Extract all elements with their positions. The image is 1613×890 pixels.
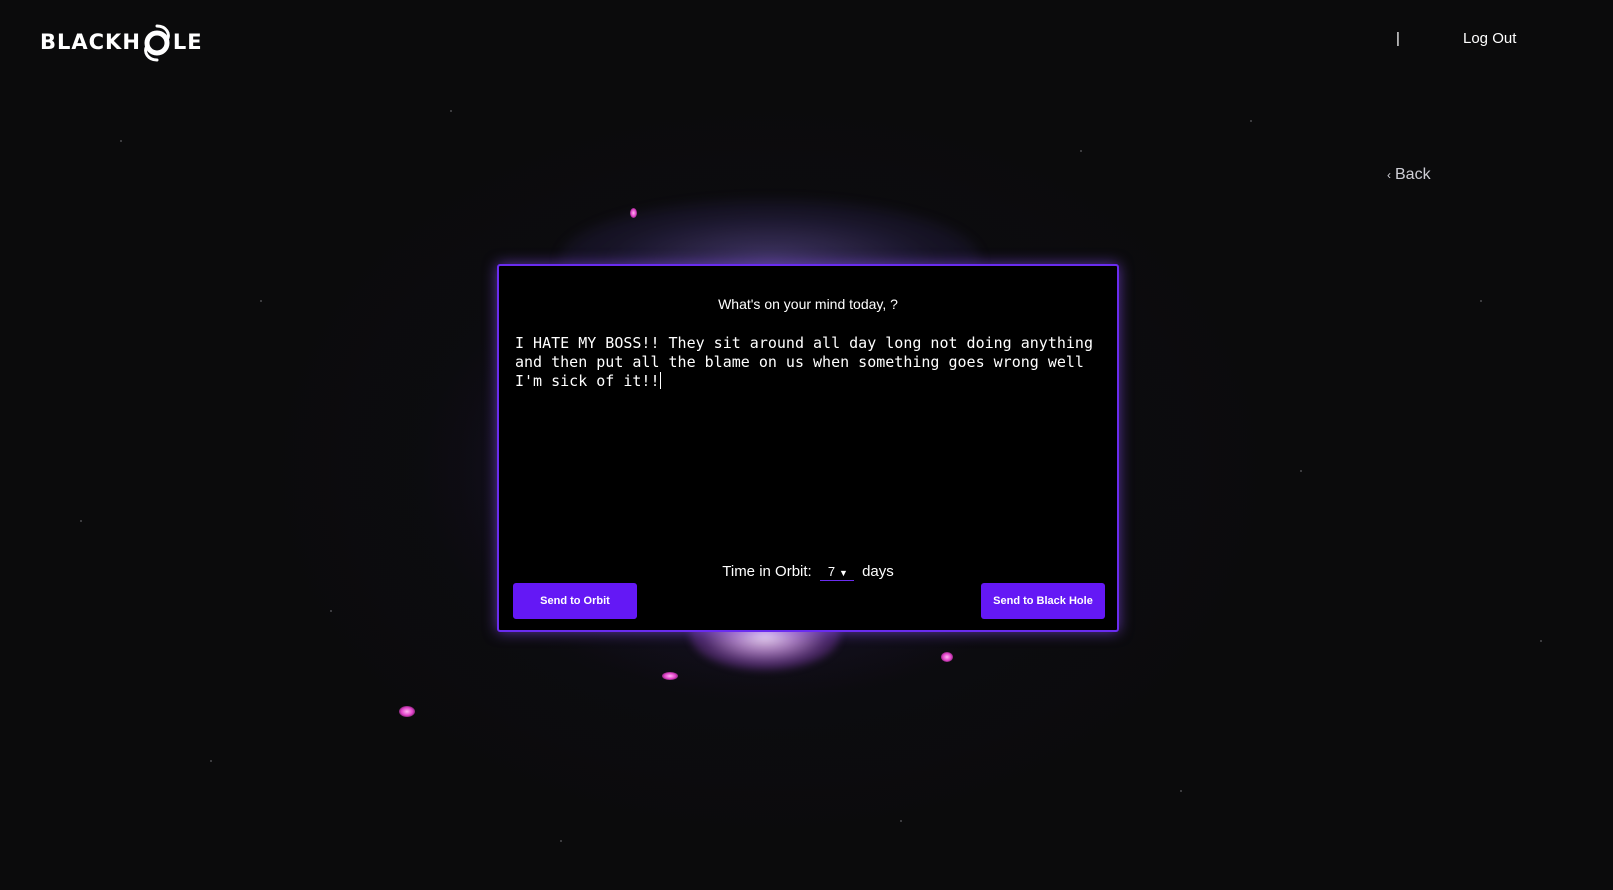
send-to-black-hole-button[interactable]: Send to Black Hole [981,583,1105,619]
thought-textarea[interactable]: I HATE MY BOSS!! They sit around all day… [515,334,1095,534]
orbit-label: Time in Orbit: [722,563,812,580]
thought-composer-card: What's on your mind today, ? I HATE MY B… [497,264,1119,632]
logout-link[interactable]: Log Out [1463,30,1516,47]
thought-text: I HATE MY BOSS!! They sit around all day… [515,334,1102,390]
orbit-days-select[interactable]: 7 ▼ [819,564,854,581]
orbit-unit: days [862,563,894,580]
page-background: BLACKH LE | Log Out ‹ Back What's on you… [0,0,1613,890]
star [260,300,262,302]
text-caret [659,372,661,389]
star [1080,150,1082,152]
orbit-time-row: Time in Orbit: 7 ▼ days [499,563,1117,581]
star [1540,640,1542,642]
logo-text-right: LE [172,30,203,54]
star [1480,300,1482,302]
star [210,760,212,762]
chevron-left-icon: ‹ [1387,168,1391,182]
star [450,110,452,112]
orbit-days-value: 7 [827,564,836,579]
back-label: Back [1395,166,1431,183]
composer-prompt: What's on your mind today, ? [718,296,898,312]
star [1180,790,1182,792]
star [560,840,562,842]
nav-separator: | [1396,30,1400,47]
send-to-orbit-button[interactable]: Send to Orbit [513,583,637,619]
pink-speck [630,208,637,218]
pink-speck [662,672,678,680]
brand-logo[interactable]: BLACKH LE [40,22,203,62]
star [1300,470,1302,472]
pink-speck [399,706,415,717]
star [900,820,902,822]
logo-text-left: BLACKH [40,30,141,54]
star [80,520,82,522]
star [120,140,122,142]
pink-speck [941,652,953,662]
back-link[interactable]: ‹ Back [1387,166,1431,184]
star [1250,120,1252,122]
swirl-o-icon [144,24,170,62]
caret-down-icon: ▼ [839,568,848,578]
star [330,610,332,612]
